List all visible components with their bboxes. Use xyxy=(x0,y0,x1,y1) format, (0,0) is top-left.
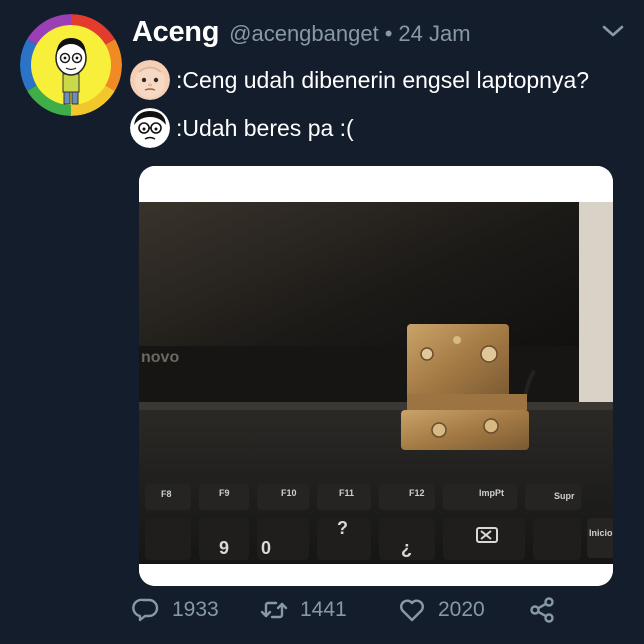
key-label: ? xyxy=(337,518,348,538)
heart-icon xyxy=(400,599,424,622)
key-label: Supr xyxy=(554,491,575,501)
like-button[interactable]: 2020 xyxy=(398,592,485,628)
retweet-button[interactable]: 1441 xyxy=(260,592,347,628)
share-icon xyxy=(530,597,554,623)
key-label: F9 xyxy=(219,488,230,498)
reply-count: 1933 xyxy=(172,598,219,621)
dialog-text: :Udah beres pa :( xyxy=(176,114,354,141)
display-name[interactable]: Aceng xyxy=(132,16,219,49)
tweet-card: Aceng @acengbanget • 24 Jam :Ceng udah d… xyxy=(0,0,644,644)
key-label: 9 xyxy=(219,538,229,558)
baby-face-icon xyxy=(130,60,170,100)
tweet-actions: 1933 1441 2020 xyxy=(132,592,632,628)
cartoon-face-icon xyxy=(130,108,170,148)
key-label: ¿ xyxy=(401,538,412,558)
avatar-cartoon-icon xyxy=(20,14,122,116)
laptop-hinge-photo: novo F8 F9 F10 F11 F12 ImpPt Supr Inicio… xyxy=(139,166,613,586)
retweet-count: 1441 xyxy=(300,598,347,621)
dialog-line: :Ceng udah dibenerin engsel laptopnya? xyxy=(130,60,589,100)
separator-dot: • xyxy=(384,21,393,46)
reply-button[interactable]: 1933 xyxy=(132,592,219,628)
tweet-photo[interactable]: novo F8 F9 F10 F11 F12 ImpPt Supr Inicio… xyxy=(139,166,613,586)
laptop-brand-text: novo xyxy=(141,349,179,366)
key-label: 0 xyxy=(261,538,271,558)
user-avatar[interactable] xyxy=(20,14,122,116)
key-label: F10 xyxy=(281,488,297,498)
like-count: 2020 xyxy=(438,598,485,621)
key-label: F8 xyxy=(161,489,172,499)
dialog-text: :Ceng udah dibenerin engsel laptopnya? xyxy=(176,66,590,93)
dialog-line: :Udah beres pa :( xyxy=(130,108,354,148)
tweet-timestamp[interactable]: 24 Jam xyxy=(398,21,470,47)
tweet-header: Aceng @acengbanget • 24 Jam xyxy=(132,16,471,52)
key-label: F12 xyxy=(409,488,425,498)
key-label: Inicio xyxy=(589,528,613,538)
share-button[interactable] xyxy=(528,592,556,628)
user-handle[interactable]: @acengbanget xyxy=(229,21,379,47)
key-label: F11 xyxy=(339,488,354,498)
chevron-down-icon[interactable] xyxy=(600,20,626,42)
reply-icon xyxy=(132,598,159,622)
retweet-icon xyxy=(260,601,288,619)
key-label: ImpPt xyxy=(479,488,504,498)
